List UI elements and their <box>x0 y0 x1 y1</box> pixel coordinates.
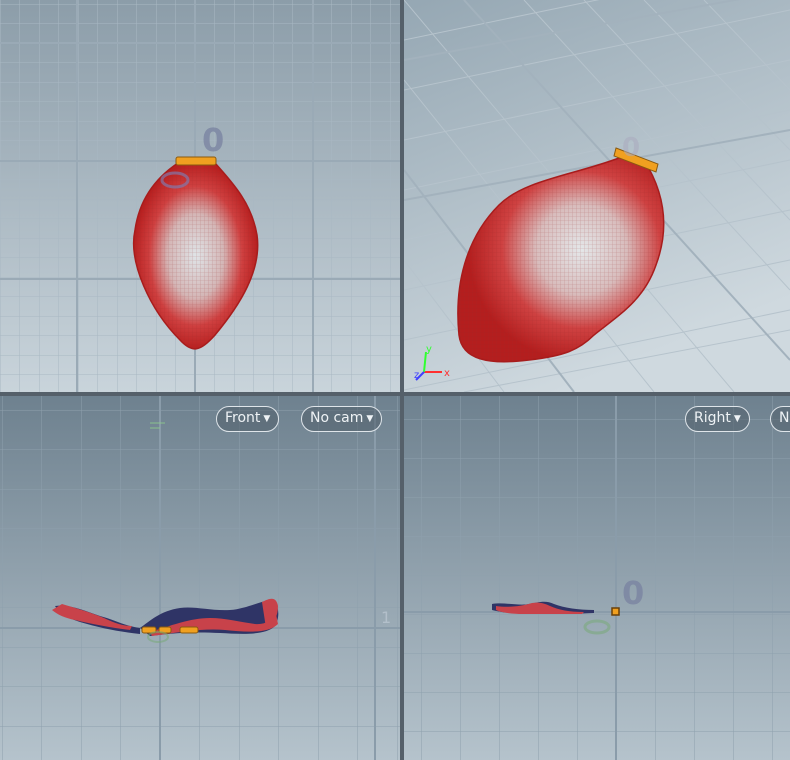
viewport-divider-vertical[interactable] <box>400 0 404 760</box>
axis-y-letter: y <box>426 344 432 355</box>
viewport-front-canvas[interactable] <box>0 396 400 760</box>
axis-x-letter: x <box>444 368 450 379</box>
pin-handle[interactable] <box>611 607 620 616</box>
pin-handles[interactable] <box>141 626 199 634</box>
camera-menu-button[interactable]: No cam▼ <box>301 406 383 432</box>
chevron-down-icon: ▼ <box>733 414 741 424</box>
view-menu-button[interactable]: Right ▼ <box>685 406 750 432</box>
viewport-top-canvas[interactable] <box>0 0 400 392</box>
view-menu-button[interactable]: Front ▼ <box>216 406 280 432</box>
viewport-top[interactable]: 0 <box>0 0 400 392</box>
grid-minor <box>404 396 790 760</box>
viewport-perspective[interactable]: x y z 0 <box>404 0 790 392</box>
camera-menu-label: No cam <box>779 410 790 426</box>
origin-label: 0 <box>202 121 225 159</box>
axis-z-letter: z <box>414 370 419 381</box>
viewport-right-canvas[interactable] <box>404 396 790 760</box>
origin-label: 0 <box>622 133 641 163</box>
camera-menu-button[interactable]: No cam▼ <box>770 406 790 432</box>
pin-handle <box>179 626 199 634</box>
viewport-right[interactable]: Right▼ No cam▼ 0 <box>404 396 790 760</box>
origin-label: 0 <box>622 574 645 612</box>
view-menu-label: Right <box>694 410 731 426</box>
chevron-down-icon: ▼ <box>366 414 374 424</box>
viewport-perspective-canvas[interactable]: x y z <box>404 0 790 392</box>
viewport-front[interactable]: Front ▼ No cam ▼ 1 <box>0 396 400 760</box>
view-menu-label: Front <box>225 410 261 426</box>
viewport-divider-horizontal[interactable] <box>0 392 790 396</box>
camera-menu-label: No cam <box>310 410 364 426</box>
tick-label: 1 <box>381 608 392 627</box>
chevron-down-icon: ▼ <box>263 414 271 424</box>
grid-minor <box>0 396 400 760</box>
